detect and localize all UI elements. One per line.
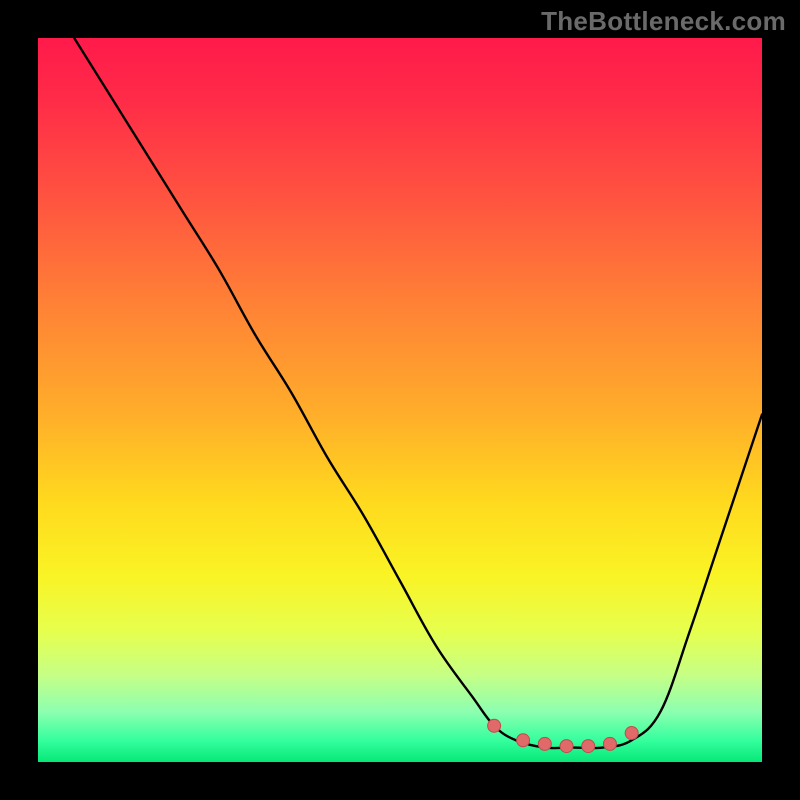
- flat-region-dot: [603, 737, 616, 750]
- flat-region-dot: [582, 740, 595, 753]
- bottleneck-curve: [38, 38, 762, 762]
- watermark-text: TheBottleneck.com: [541, 6, 786, 37]
- flat-region-dot: [538, 737, 551, 750]
- flat-region-dot: [517, 734, 530, 747]
- plot-area: [38, 38, 762, 762]
- flat-region-dot: [625, 727, 638, 740]
- flat-region-dot: [488, 719, 501, 732]
- chart-frame: TheBottleneck.com: [0, 0, 800, 800]
- flat-region-dot: [560, 740, 573, 753]
